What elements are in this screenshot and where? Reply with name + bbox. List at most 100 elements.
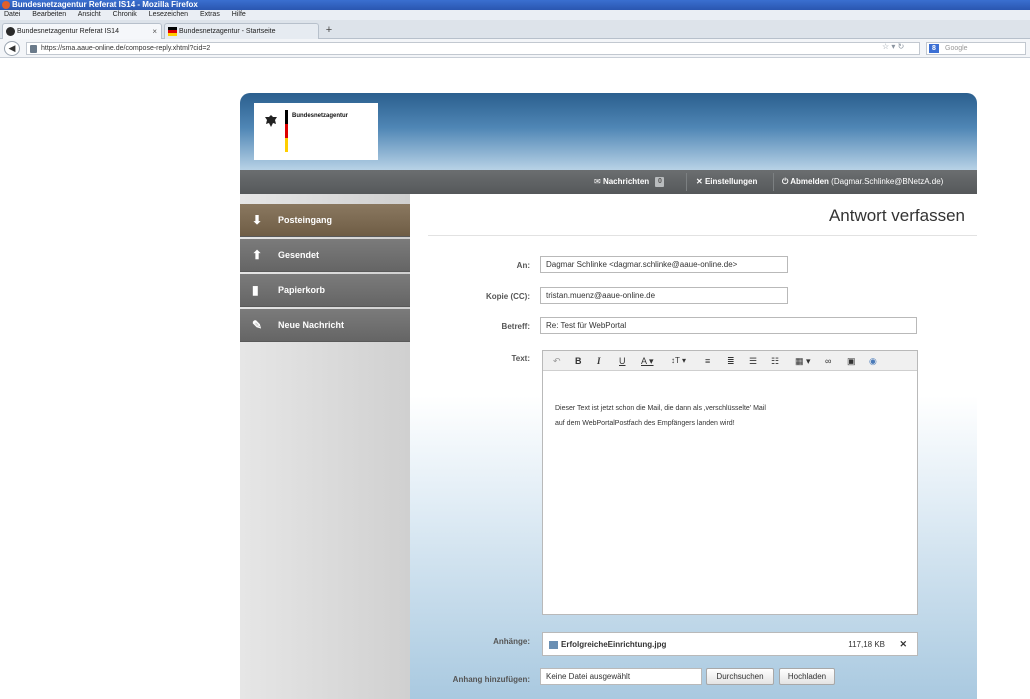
- menu-bearbeiten[interactable]: Bearbeiten: [32, 11, 66, 18]
- nav-logout[interactable]: ⏻ Abmelden (Dagmar.Schlinke@BNetzA.de): [782, 170, 943, 194]
- bold-icon[interactable]: B: [575, 351, 582, 371]
- attachment-size: 117,18 KB: [848, 640, 885, 649]
- sidebar-item-gesendet[interactable]: ⬆ Gesendet: [240, 239, 410, 272]
- edit-icon: ✎: [252, 318, 263, 332]
- url-text: https://sma.aaue-online.de/compose-reply…: [41, 45, 211, 52]
- nav-logout-label: Abmelden: [790, 177, 829, 186]
- link-icon[interactable]: ∞: [825, 351, 831, 371]
- align-center-icon[interactable]: ≣: [727, 351, 735, 371]
- eagle-icon: [265, 115, 277, 127]
- menu-datei[interactable]: Datei: [4, 11, 20, 18]
- editor-content[interactable]: Dieser Text ist jetzt schon die Mail, di…: [555, 401, 766, 431]
- sidebar-item-label: Papierkorb: [278, 285, 326, 295]
- table-icon[interactable]: ▦ ▾: [795, 351, 811, 371]
- firefox-icon: [2, 1, 10, 9]
- menu-extras[interactable]: Extras: [200, 11, 220, 18]
- tab-label: Bundesnetzagentur - Startseite: [179, 28, 276, 35]
- text-label: Text:: [511, 354, 530, 363]
- italic-icon[interactable]: I: [597, 351, 601, 371]
- window-titlebar: Bundesnetzagentur Referat IS14 - Mozilla…: [0, 0, 1030, 10]
- attachment-name[interactable]: ErfolgreicheEinrichtung.jpg: [561, 633, 666, 656]
- bookmark-star-icon[interactable]: ☆: [882, 42, 889, 51]
- editor-toolbar: ↶ B I U A ▾ ↕T ▾ ≡ ≣ ☰ ☷ ▦ ▾ ∞ ▣ ◉: [543, 351, 917, 371]
- sidebar-item-label: Neue Nachricht: [278, 320, 345, 330]
- browse-button[interactable]: Durchsuchen: [706, 668, 774, 685]
- cc-field[interactable]: tristan.muenz@aaue-online.de: [540, 287, 788, 304]
- sidebar-item-neue-nachricht[interactable]: ✎ Neue Nachricht: [240, 309, 410, 342]
- font-color-icon[interactable]: A ▾: [641, 351, 654, 371]
- sidebar: ⬇ Posteingang ⬆ Gesendet ▮ Papierkorb ✎ …: [240, 194, 410, 699]
- file-input[interactable]: Keine Datei ausgewählt: [540, 668, 702, 685]
- app-header: Bundesnetzagentur: [240, 93, 977, 170]
- bullet-list-icon[interactable]: ☰: [749, 351, 757, 371]
- new-tab-button[interactable]: +: [322, 24, 336, 37]
- file-icon: [549, 641, 558, 649]
- subject-label: Betreff:: [501, 322, 530, 331]
- upload-button[interactable]: Hochladen: [779, 668, 835, 685]
- menu-lesezeichen[interactable]: Lesezeichen: [149, 11, 188, 18]
- back-arrow-icon: ◀: [8, 43, 16, 53]
- numbered-list-icon[interactable]: ☷: [771, 351, 779, 371]
- tab-referat[interactable]: Bundesnetzagentur Referat IS14 ×: [2, 23, 162, 39]
- body-line: Dieser Text ist jetzt schon die Mail, di…: [555, 405, 766, 412]
- back-button[interactable]: ◀: [4, 41, 20, 56]
- sidebar-item-papierkorb[interactable]: ▮ Papierkorb: [240, 274, 410, 307]
- align-left-icon[interactable]: ≡: [705, 351, 710, 371]
- url-bar[interactable]: https://sma.aaue-online.de/compose-reply…: [26, 42, 920, 55]
- subject-field[interactable]: Re: Test für WebPortal: [540, 317, 917, 334]
- dropdown-icon[interactable]: ▾: [891, 42, 895, 51]
- remove-attachment-icon[interactable]: ✕: [899, 633, 907, 656]
- to-label: An:: [516, 261, 530, 270]
- nav-messages[interactable]: ✉ Nachrichten 0: [594, 170, 665, 194]
- attachment-item: ErfolgreicheEinrichtung.jpg 117,18 KB ✕: [542, 632, 918, 656]
- browser-navbar: ◀ https://sma.aaue-online.de/compose-rep…: [0, 39, 1030, 58]
- source-icon[interactable]: ◉: [869, 351, 877, 371]
- logged-in-user: (Dagmar.Schlinke@BNetzA.de): [831, 177, 944, 186]
- tools-icon: ✕: [696, 177, 705, 186]
- reload-icon[interactable]: ↻: [898, 42, 905, 51]
- top-nav: ✉ Nachrichten 0 ✕ Einstellungen ⏻ Abmeld…: [240, 170, 977, 194]
- page-title: Antwort verfassen: [828, 206, 965, 225]
- nav-settings-label: Einstellungen: [704, 177, 758, 186]
- lock-icon: [30, 45, 37, 53]
- nav-divider: [773, 173, 774, 191]
- to-field[interactable]: Dagmar Schlinke <dagmar.schlinke@aaue-on…: [540, 256, 788, 273]
- outbox-icon: ⬆: [252, 248, 263, 262]
- underline-icon[interactable]: U: [619, 351, 626, 371]
- messages-count-badge: 0: [655, 176, 665, 187]
- add-attachment-label: Anhang hinzufügen:: [452, 675, 530, 684]
- window-title: Bundesnetzagentur Referat IS14 - Mozilla…: [12, 0, 198, 9]
- tab-label: Bundesnetzagentur Referat IS14: [17, 28, 119, 35]
- inbox-icon: ⬇: [252, 213, 263, 227]
- undo-icon[interactable]: ↶: [553, 351, 561, 371]
- nav-settings[interactable]: ✕ Einstellungen: [696, 170, 757, 194]
- sidebar-item-label: Gesendet: [278, 250, 320, 260]
- close-icon[interactable]: ×: [152, 24, 157, 39]
- attachments-label: Anhänge:: [493, 637, 530, 646]
- menu-hilfe[interactable]: Hilfe: [232, 11, 246, 18]
- url-actions: ☆ ▾ ↻: [882, 42, 904, 51]
- sidebar-item-label: Posteingang: [278, 215, 333, 225]
- menu-chronik[interactable]: Chronik: [113, 11, 137, 18]
- logo-text: Bundesnetzagentur: [292, 113, 349, 119]
- image-icon[interactable]: ▣: [847, 351, 856, 371]
- menu-ansicht[interactable]: Ansicht: [78, 11, 101, 18]
- envelope-icon: ✉: [594, 177, 603, 186]
- trash-icon: ▮: [252, 283, 259, 297]
- font-size-icon[interactable]: ↕T ▾: [671, 351, 686, 371]
- logo[interactable]: Bundesnetzagentur: [254, 103, 378, 160]
- rich-text-editor[interactable]: ↶ B I U A ▾ ↕T ▾ ≡ ≣ ☰ ☷ ▦ ▾ ∞ ▣ ◉ Diese…: [542, 350, 918, 615]
- search-input[interactable]: 8 Google: [926, 42, 1026, 55]
- nav-messages-label: Nachrichten: [602, 177, 650, 186]
- body-line: auf dem WebPortalPostfach des Empfängers…: [555, 420, 735, 427]
- search-placeholder: Google: [945, 45, 968, 52]
- browser-tabbar: Bundesnetzagentur Referat IS14 × Bundesn…: [0, 20, 1030, 39]
- browser-menubar: Datei Bearbeiten Ansicht Chronik Lesezei…: [0, 10, 1030, 20]
- sidebar-item-posteingang[interactable]: ⬇ Posteingang: [240, 204, 410, 237]
- info-icon: [6, 27, 15, 36]
- google-icon: 8: [929, 44, 939, 53]
- tab-startseite[interactable]: Bundesnetzagentur - Startseite: [164, 23, 319, 39]
- flag-icon: [168, 27, 177, 36]
- cc-label: Kopie (CC):: [486, 292, 530, 301]
- flag-stripe: [285, 110, 288, 152]
